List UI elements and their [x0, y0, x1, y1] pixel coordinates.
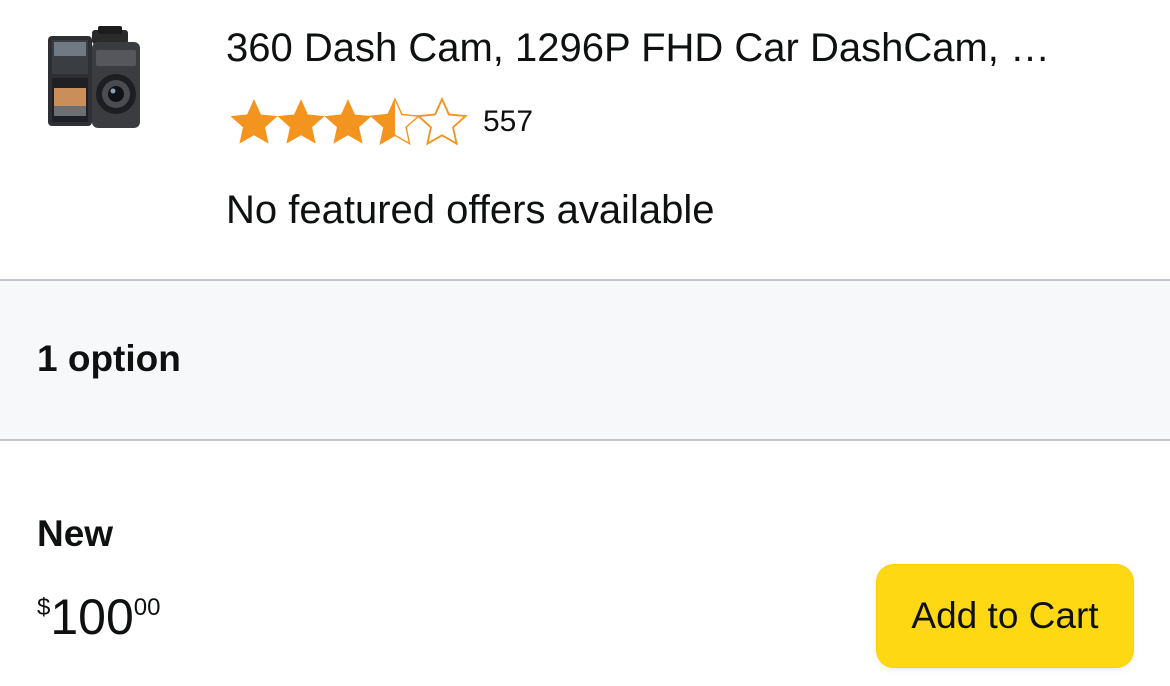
- options-header: 1 option: [0, 279, 1170, 441]
- options-count: 1 option: [37, 338, 181, 379]
- product-thumbnail[interactable]: [44, 26, 144, 130]
- offer-condition: New: [37, 513, 114, 554]
- dash-cam-product-image: [48, 26, 140, 128]
- price-fraction: 00: [133, 594, 161, 621]
- add-to-cart-button[interactable]: Add to Cart: [876, 564, 1134, 668]
- star-rating: [226, 94, 468, 150]
- price-whole: 100: [50, 589, 134, 645]
- offer-price: $ 100 00: [37, 588, 161, 648]
- product-title[interactable]: 360 Dash Cam, 1296P FHD Car DashCam, …: [226, 22, 1136, 74]
- offer-status: No featured offers available: [226, 188, 715, 232]
- review-count: 557: [483, 105, 534, 138]
- product-summary: 360 Dash Cam, 1296P FHD Car DashCam, … 5…: [0, 0, 1170, 280]
- product-rating[interactable]: 557: [226, 94, 533, 150]
- price-currency-symbol: $: [37, 594, 51, 621]
- star-empty-icon: [416, 96, 468, 146]
- offer-listing-page: 360 Dash Cam, 1296P FHD Car DashCam, … 5…: [0, 0, 1170, 686]
